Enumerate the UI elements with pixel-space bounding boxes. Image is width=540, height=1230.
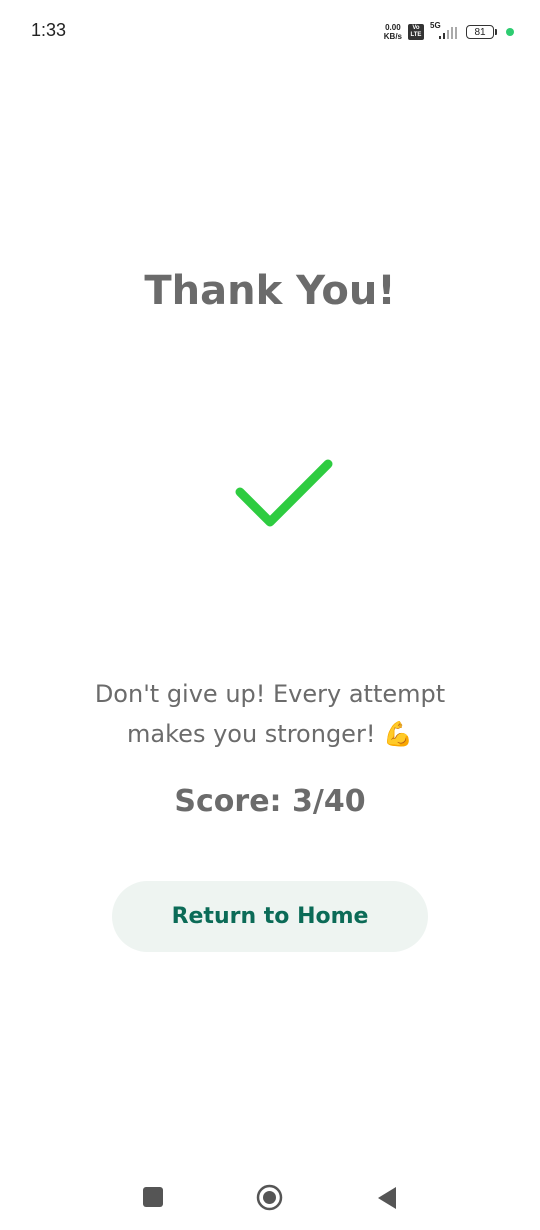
score-text: Score: 3/40 [174, 784, 366, 819]
encouragement-message: Don't give up! Every attempt makes you s… [40, 674, 500, 754]
network-speed: 0.00 KB/s [384, 23, 402, 41]
return-home-label: Return to Home [171, 904, 369, 929]
volte-bottom-label: LTE [410, 32, 422, 38]
volte-icon: Vo LTE [408, 24, 424, 40]
status-icons: 0.00 KB/s Vo LTE 5G 81 [384, 21, 514, 42]
status-bar: 1:33 0.00 KB/s Vo LTE 5G 81 [0, 0, 540, 64]
check-icon [235, 459, 333, 527]
navigation-bar [0, 1166, 540, 1230]
network-speed-value: 0.00 [385, 23, 401, 32]
recent-apps-icon[interactable] [143, 1187, 163, 1207]
network-speed-unit: KB/s [383, 32, 402, 41]
network-type-label: 5G [430, 21, 441, 30]
battery-icon: 81 [466, 25, 497, 39]
signal-icon: 5G [430, 21, 460, 41]
page-title: Thank You! [144, 268, 396, 314]
battery-level: 81 [474, 26, 486, 38]
back-icon[interactable] [377, 1186, 397, 1210]
return-home-button[interactable]: Return to Home [112, 881, 428, 952]
message-line-2: makes you stronger! 💪 [127, 720, 413, 748]
status-time: 1:33 [31, 20, 67, 40]
privacy-indicator-dot [506, 28, 514, 36]
volte-top-label: Vo [412, 25, 420, 31]
home-icon[interactable] [256, 1184, 283, 1211]
message-line-1: Don't give up! Every attempt [94, 680, 446, 708]
